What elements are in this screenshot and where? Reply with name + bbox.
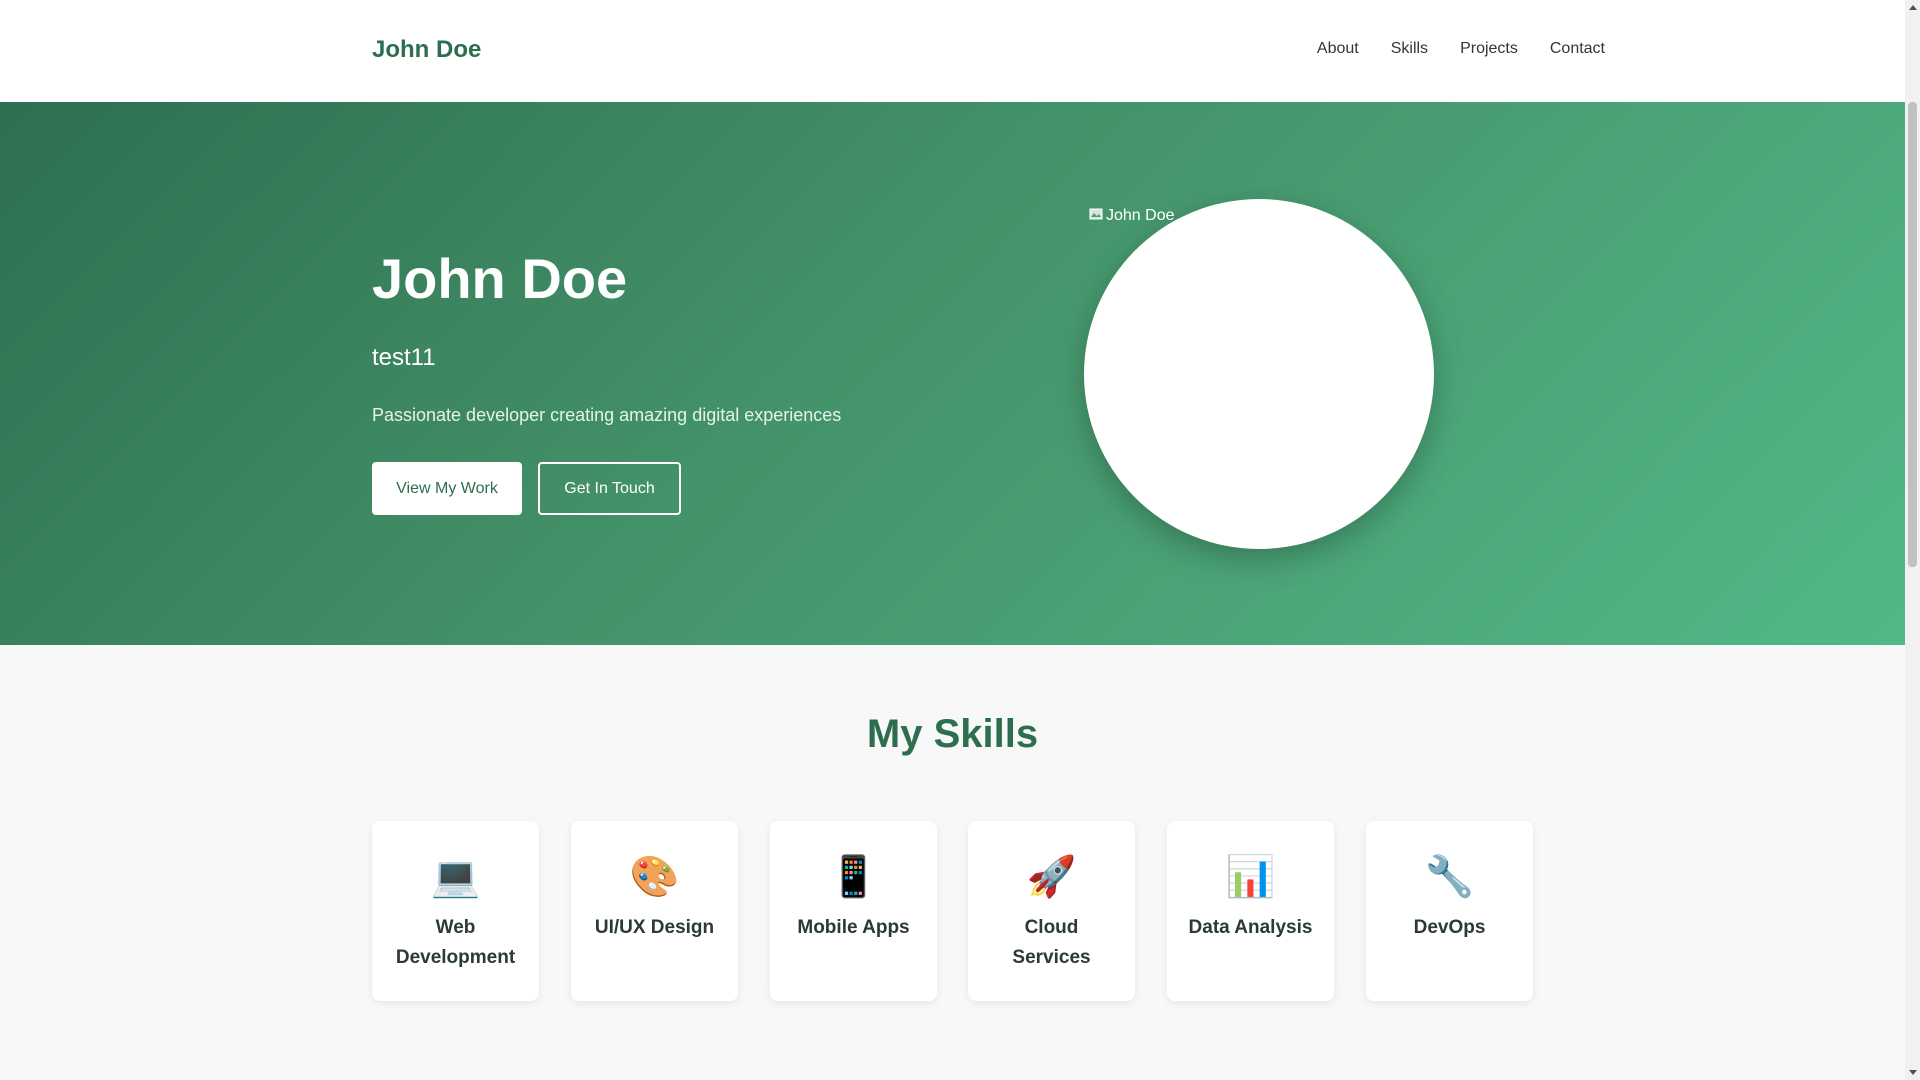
rocket-icon: 🚀 — [1026, 855, 1077, 899]
skills-title: My Skills — [866, 712, 1039, 756]
laptop-icon: 💻 — [430, 855, 481, 899]
avatar — [1084, 199, 1434, 549]
page: John Doe About Skills Projects Contact J… — [0, 0, 1905, 1080]
bar-chart-icon: 📊 — [1225, 855, 1276, 899]
broken-image-icon — [1089, 208, 1103, 220]
vertical-scrollbar[interactable] — [1905, 0, 1920, 1080]
skill-label: Mobile Apps — [797, 917, 910, 938]
skill-label: DevOps — [1413, 917, 1486, 938]
mobile-phone-icon: 📱 — [828, 855, 879, 899]
skill-card-devops: 🔧 DevOps — [1366, 821, 1533, 1001]
site-header: John Doe About Skills Projects Contact — [0, 0, 1905, 103]
hero-tagline: Passionate developer creating amazing di… — [372, 405, 842, 425]
view-my-work-button[interactable]: View My Work — [372, 462, 522, 515]
get-in-touch-button[interactable]: Get In Touch — [538, 462, 681, 515]
scroll-up-button[interactable] — [1905, 0, 1920, 15]
skill-card-web-development: 💻 Web Development — [372, 821, 539, 1001]
nav-link-projects[interactable]: Projects — [1460, 40, 1518, 58]
nav-link-contact[interactable]: Contact — [1550, 40, 1605, 58]
scrollbar-thumb[interactable] — [1908, 102, 1917, 567]
avatar-alt-text: John Doe — [1106, 207, 1175, 224]
skill-card-ui-ux-design: 🎨 UI/UX Design — [571, 821, 738, 1001]
skill-card-mobile-apps: 📱 Mobile Apps — [770, 821, 937, 1001]
site-logo[interactable]: John Doe — [372, 36, 481, 64]
skill-label: Web Development — [395, 917, 516, 968]
arrow-down-icon — [1908, 1070, 1917, 1075]
skill-card-data-analysis: 📊 Data Analysis — [1167, 821, 1334, 1001]
palette-icon: 🎨 — [629, 855, 680, 899]
hero-section: John Doe test11 Passionate developer cre… — [0, 102, 1905, 645]
skill-label: Data Analysis — [1188, 917, 1313, 938]
hero-name: John Doe — [372, 247, 628, 310]
scroll-down-button[interactable] — [1905, 1065, 1920, 1080]
nav-link-about[interactable]: About — [1317, 40, 1359, 58]
avatar-broken-image: John Doe — [1089, 207, 1175, 225]
skill-card-cloud-services: 🚀 Cloud Services — [968, 821, 1135, 1001]
wrench-icon: 🔧 — [1424, 855, 1475, 899]
arrow-up-icon — [1908, 5, 1917, 10]
hero-subtitle: test11 — [372, 344, 436, 371]
nav-link-skills[interactable]: Skills — [1391, 40, 1428, 58]
main-nav: About Skills Projects Contact — [1317, 40, 1605, 58]
skill-label: UI/UX Design — [594, 917, 715, 938]
skill-label: Cloud Services — [1012, 917, 1091, 968]
